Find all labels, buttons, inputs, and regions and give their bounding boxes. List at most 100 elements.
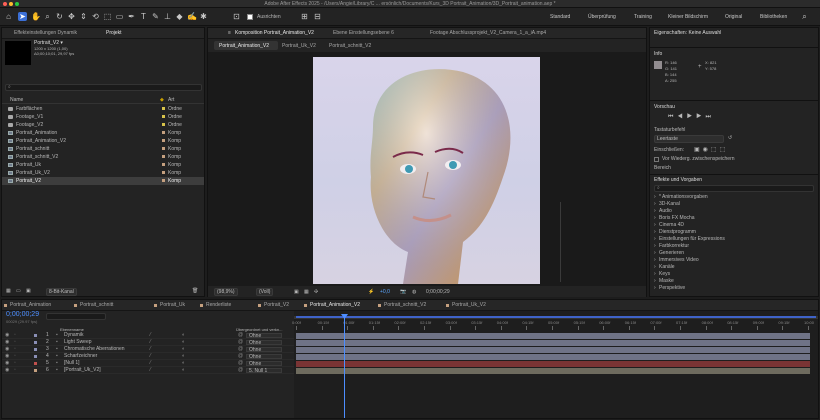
effect-switch-icon[interactable]: ⁄ (150, 353, 151, 360)
timeline-tab[interactable]: Portrait_Animation_V2 (310, 302, 360, 308)
snapshot-icon[interactable]: 📷 (400, 289, 406, 295)
roto-brush-tool-icon[interactable]: ✍ (187, 12, 197, 21)
timeline-track-area[interactable]: 0:00f 00:15f 01:00f 01:15f 02:00f 02:15f 03:00… (292, 311, 818, 418)
pan-tool-icon[interactable]: ✥ (67, 12, 76, 21)
search-help-icon[interactable]: ⌕ (800, 12, 809, 21)
selection-tool-icon[interactable]: ➤ (18, 12, 27, 21)
visibility-eye-icon[interactable]: ◉ (5, 339, 9, 346)
snap-checkbox[interactable] (247, 14, 253, 20)
timeline-tab[interactable]: Portrait_V2 (264, 302, 289, 308)
workspace-training[interactable]: Training (634, 14, 652, 20)
project-item[interactable]: Portrait_Animation_V2 Komp (2, 137, 204, 145)
home-icon[interactable]: ⌂ (4, 12, 13, 21)
lock-icon[interactable]: ≡ (228, 30, 231, 36)
tab-project[interactable]: Projekt (106, 30, 122, 36)
layer-label-swatch[interactable] (34, 348, 37, 351)
timeline-search-input[interactable] (46, 313, 106, 320)
adjustment-switch-icon[interactable]: ◐ (182, 332, 185, 339)
layer-name[interactable]: [Portrait_Uk_V2] (64, 367, 101, 374)
audio-icon[interactable]: ▫ (14, 360, 16, 367)
workspace-review[interactable]: Überprüfung (588, 14, 616, 20)
project-item[interactable]: Portrait_schnitt_V2 Komp (2, 153, 204, 161)
layer-name[interactable]: Light Sweep (64, 339, 92, 346)
align-vertical-icon[interactable]: ⊟ (313, 12, 322, 21)
show-channel-icon[interactable]: ◍ (412, 289, 416, 295)
effects-search-input[interactable]: ⌕ (654, 185, 814, 192)
clone-stamp-tool-icon[interactable]: ⊥ (163, 12, 172, 21)
effects-category[interactable]: › Audio (650, 208, 818, 215)
layer-duration-bar[interactable] (296, 368, 810, 374)
adjustment-switch-icon[interactable]: ◐ (182, 353, 185, 360)
layer-row[interactable]: ◉ ▫ 2 ▪ Light Sweep ⁄ ◐ @ Ohne (2, 339, 294, 346)
region-of-interest-icon[interactable]: ▣ (294, 289, 299, 295)
composition-canvas[interactable] (208, 52, 646, 286)
timeline-tab[interactable]: Portrait_schnitt (80, 302, 113, 308)
orbit-tool-icon[interactable]: ↻ (55, 12, 64, 21)
trash-icon[interactable]: 🗑 (192, 288, 198, 294)
layer-label-swatch[interactable] (34, 355, 37, 358)
parent-dropdown[interactable]: Ohne (246, 340, 282, 346)
project-item[interactable]: Portrait_V2 Komp (2, 177, 204, 185)
effects-category[interactable]: › Maske (650, 278, 818, 285)
snapping-icon[interactable]: ⊡ (232, 12, 241, 21)
effects-category[interactable]: › Cinema 4D (650, 222, 818, 229)
effects-category[interactable]: › Einstellungen für Expressions (650, 236, 818, 243)
timeline-tab[interactable]: Portrait_Animation (10, 302, 51, 308)
effect-switch-icon[interactable]: ⁄ (150, 339, 151, 346)
project-item[interactable]: Portrait_schnitt Komp (2, 145, 204, 153)
exposure-value[interactable]: +0,0 (380, 289, 390, 295)
parent-dropdown[interactable]: Ohne (246, 354, 282, 360)
effects-category[interactable]: › Farbkorrektur (650, 243, 818, 250)
visibility-eye-icon[interactable]: ◉ (5, 346, 9, 353)
visibility-eye-icon[interactable]: ◉ (5, 360, 9, 367)
layer-label-swatch[interactable] (34, 362, 37, 365)
cache-checkbox[interactable] (654, 157, 659, 162)
eraser-tool-icon[interactable]: ◆ (175, 12, 184, 21)
label-color-swatch[interactable] (162, 131, 165, 134)
project-item[interactable]: Farbflächen Ordne (2, 105, 204, 113)
parent-dropdown[interactable]: Ohne (246, 333, 282, 339)
brush-tool-icon[interactable]: ✎ (151, 12, 160, 21)
transparency-grid-icon[interactable]: ▦ (304, 289, 309, 295)
effects-category[interactable]: › Dienstprogramm (650, 229, 818, 236)
playhead[interactable] (344, 314, 345, 418)
label-color-swatch[interactable] (162, 163, 165, 166)
layer-row[interactable]: ◉ ▫ 5 ▪ [Null 1] ⁄ ◐ @ Ohne (2, 360, 294, 367)
subtab-portrait-uk-v2[interactable]: Portrait_Uk_V2 (282, 43, 316, 49)
timeline-tab[interactable]: Renderliste (206, 302, 231, 308)
preview-transport-controls[interactable]: ⏮◀▶▶⏭ (668, 114, 715, 121)
parent-dropdown[interactable]: Ohne (246, 347, 282, 353)
layer-duration-bar[interactable] (296, 347, 810, 353)
layer-duration-bar[interactable] (296, 333, 810, 339)
timeline-tab[interactable]: Portrait_Uk_V2 (452, 302, 486, 308)
hand-tool-icon[interactable]: ✋ (31, 12, 41, 21)
project-search-input[interactable]: ⌕ (5, 84, 202, 91)
new-comp-icon[interactable]: ▣ (26, 288, 31, 294)
layer-name[interactable]: Dynamik (64, 332, 83, 339)
puppet-tool-icon[interactable]: ✱ (199, 12, 208, 21)
dolly-tool-icon[interactable]: ⇕ (79, 12, 88, 21)
effects-category[interactable]: › Immersives Video (650, 257, 818, 264)
audio-icon[interactable]: ▫ (14, 367, 16, 374)
zoom-dropdown[interactable]: (98,9%) (214, 288, 238, 296)
visibility-eye-icon[interactable]: ◉ (5, 332, 9, 339)
align-icon[interactable]: ⊞ (300, 12, 309, 21)
workspace-libraries[interactable]: Bibliotheken (760, 14, 787, 20)
audio-icon[interactable]: ▫ (14, 339, 16, 346)
audio-icon[interactable]: ▫ (14, 346, 16, 353)
label-color-swatch[interactable] (162, 123, 165, 126)
audio-icon[interactable]: ▫ (14, 353, 16, 360)
effects-category[interactable]: › Generieren (650, 250, 818, 257)
layer-name[interactable]: Chromatische Aberrationen (64, 346, 125, 353)
project-item[interactable]: Footage_V2 Ordne (2, 121, 204, 129)
layer-name[interactable]: [Null 1] (64, 360, 80, 367)
label-color-swatch[interactable] (162, 115, 165, 118)
timeline-tab[interactable]: Portrait_schnitt_V2 (384, 302, 426, 308)
effects-category[interactable]: › Perspektive (650, 285, 818, 292)
effect-switch-icon[interactable]: ⁄ (150, 360, 151, 367)
effect-switch-icon[interactable]: ⁄ (150, 332, 151, 339)
label-color-swatch[interactable] (162, 139, 165, 142)
visibility-eye-icon[interactable]: ◉ (5, 353, 9, 360)
effects-category[interactable]: › Kanäle (650, 264, 818, 271)
layer-duration-bar[interactable] (296, 340, 810, 346)
